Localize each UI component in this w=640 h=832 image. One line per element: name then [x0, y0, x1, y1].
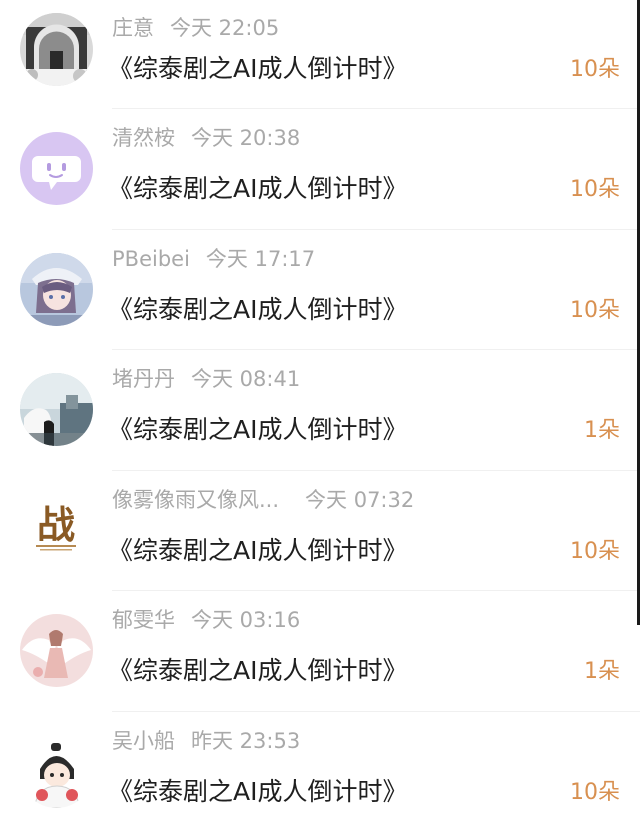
item-meta: 堵丹丹今天 08:41 [112, 364, 300, 394]
list-item[interactable]: 战 像雾像雨又像风... 今天 07:32 《综泰剧之AI成人倒计时》 10朵 [0, 471, 640, 592]
username[interactable]: 像雾像雨又像风... [112, 485, 279, 515]
timestamp: 今天 08:41 [191, 367, 300, 391]
flower-count: 10朵 [570, 55, 620, 85]
username[interactable]: 堵丹丹 [112, 367, 175, 391]
anime-girl-avatar-icon[interactable] [20, 253, 93, 326]
item-meta: PBeibei 今天 17:17 [112, 244, 315, 274]
username[interactable]: 吴小船 [112, 729, 175, 753]
item-meta: 吴小船昨天 23:53 [112, 726, 300, 756]
username[interactable]: 清然桉 [112, 126, 175, 150]
timestamp: 今天 22:05 [170, 16, 279, 40]
book-title[interactable]: 《综泰剧之AI成人倒计时》 [108, 52, 407, 86]
flower-count: 10朵 [570, 537, 620, 567]
chibi-avatar-icon[interactable] [20, 735, 93, 808]
item-meta: 郁雯华今天 03:16 [112, 605, 300, 635]
book-title[interactable]: 《综泰剧之AI成人倒计时》 [108, 413, 407, 447]
svg-text:战: 战 [37, 502, 75, 547]
timestamp: 今天 20:38 [191, 126, 300, 150]
list-item[interactable]: 堵丹丹今天 08:41 《综泰剧之AI成人倒计时》 1朵 [0, 350, 640, 471]
flower-count: 10朵 [570, 778, 620, 808]
flower-count: 10朵 [570, 175, 620, 205]
item-meta: 庄意今天 22:05 [112, 13, 279, 43]
chat-bubble-avatar-icon[interactable] [20, 132, 93, 205]
gift-record-list: 庄意今天 22:05 《综泰剧之AI成人倒计时》 10朵 清然桉今天 20:38… [0, 0, 640, 832]
username[interactable]: 郁雯华 [112, 608, 175, 632]
angel-wings-avatar-icon[interactable] [20, 614, 93, 687]
username[interactable]: PBeibei [112, 247, 190, 271]
list-item[interactable]: 清然桉今天 20:38 《综泰剧之AI成人倒计时》 10朵 [0, 109, 640, 230]
book-title[interactable]: 《综泰剧之AI成人倒计时》 [108, 534, 407, 568]
calligraphy-avatar-icon[interactable]: 战 [20, 494, 93, 567]
flower-count: 1朵 [584, 657, 620, 687]
photo-person-avatar-icon[interactable] [20, 373, 93, 446]
book-title[interactable]: 《综泰剧之AI成人倒计时》 [108, 775, 407, 809]
item-meta: 清然桉今天 20:38 [112, 123, 300, 153]
book-title[interactable]: 《综泰剧之AI成人倒计时》 [108, 654, 407, 688]
list-item[interactable]: PBeibei 今天 17:17 《综泰剧之AI成人倒计时》 10朵 [0, 230, 640, 351]
book-title[interactable]: 《综泰剧之AI成人倒计时》 [108, 172, 407, 206]
flower-count: 10朵 [570, 296, 620, 326]
timestamp: 昨天 23:53 [191, 729, 300, 753]
book-title[interactable]: 《综泰剧之AI成人倒计时》 [108, 293, 407, 327]
list-item[interactable]: 吴小船昨天 23:53 《综泰剧之AI成人倒计时》 10朵 [0, 712, 640, 832]
list-item[interactable]: 郁雯华今天 03:16 《综泰剧之AI成人倒计时》 1朵 [0, 591, 640, 712]
timestamp: 今天 03:16 [191, 608, 300, 632]
list-item[interactable]: 庄意今天 22:05 《综泰剧之AI成人倒计时》 10朵 [0, 0, 640, 109]
flower-count: 1朵 [584, 416, 620, 446]
gate-scene-avatar-icon[interactable] [20, 13, 93, 86]
username[interactable]: 庄意 [112, 16, 154, 40]
timestamp: 今天 17:17 [206, 247, 315, 271]
item-meta: 像雾像雨又像风... 今天 07:32 [112, 485, 414, 515]
timestamp: 今天 07:32 [305, 488, 414, 512]
